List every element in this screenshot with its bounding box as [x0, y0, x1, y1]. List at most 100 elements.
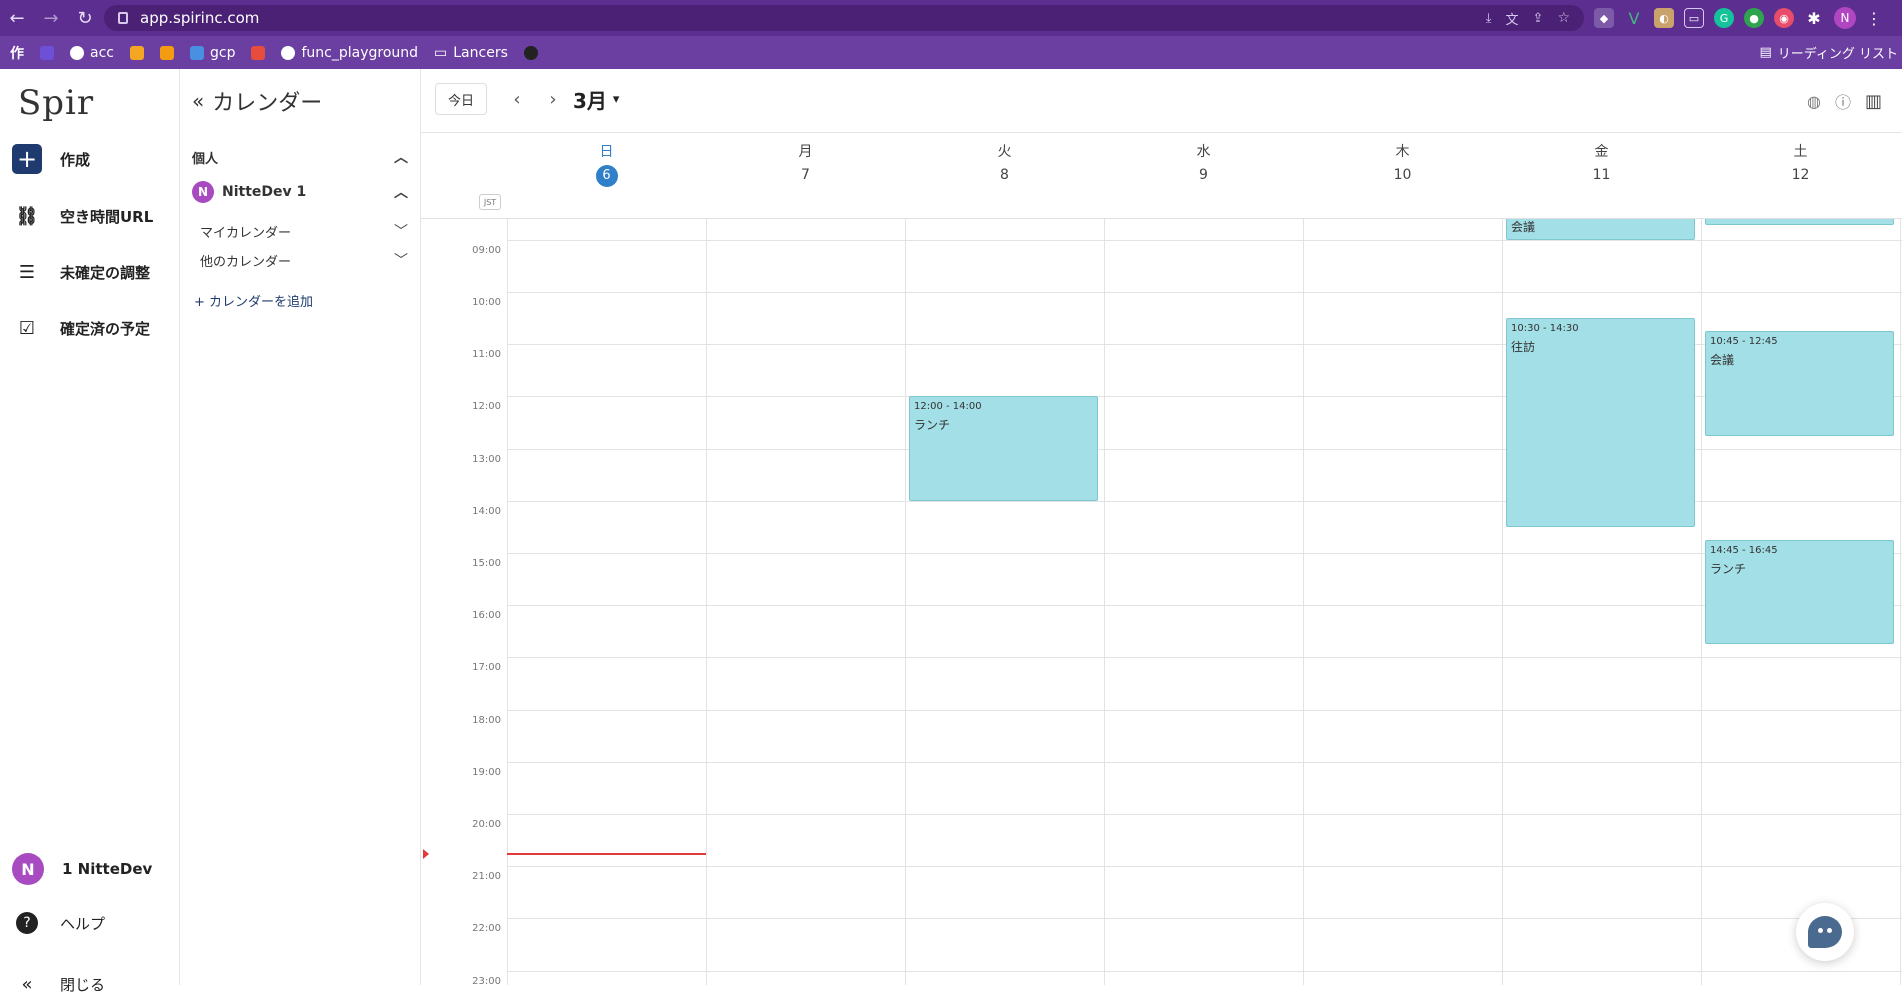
bookmark[interactable]: ▭ Lancers — [434, 45, 508, 61]
event-time: 10:30 - 14:30 — [1511, 323, 1579, 335]
bookmark[interactable]: acc — [70, 45, 114, 61]
weekday-label: 土 — [1793, 144, 1808, 160]
collapse-panel-icon[interactable]: « — [192, 89, 204, 113]
nav-create[interactable]: + 作成 — [12, 144, 90, 174]
calendar-event[interactable]: 12:00 - 14:00 ランチ — [909, 396, 1098, 501]
day-column-divider — [1502, 219, 1503, 985]
hour-label: 17:00 — [472, 662, 501, 674]
weekday-label: 金 — [1594, 144, 1609, 160]
grammarly-icon[interactable]: G — [1714, 8, 1734, 28]
add-calendar-link[interactable]: + カレンダーを追加 — [194, 291, 313, 310]
nav-pending[interactable]: ☰ 未確定の調整 — [12, 257, 150, 287]
share-icon[interactable]: ⇪ — [1533, 11, 1544, 26]
view-columns-icon[interactable]: ▥ — [1865, 91, 1882, 112]
forward-icon[interactable]: → — [34, 0, 68, 36]
timezone-badge[interactable]: JST — [479, 194, 501, 210]
extension-icon[interactable]: ◉ — [1774, 8, 1794, 28]
hour-label: 10:00 — [472, 297, 501, 309]
hour-line — [507, 970, 1902, 972]
hour-label: 09:00 — [472, 244, 501, 256]
bookmark[interactable]: gcp — [189, 45, 235, 61]
reading-list[interactable]: ▤ リーディング リスト — [1759, 36, 1902, 69]
group-other-calendars[interactable]: 他のカレンダー ﹀ — [200, 250, 408, 270]
bookmark[interactable] — [40, 45, 54, 60]
menu-icon[interactable]: ⋮ — [1866, 9, 1882, 28]
week-grid[interactable]: 09:00 10:00 11:00 12:00 13:00 14:00 15:00 16:00… — [421, 219, 1902, 985]
translate-icon[interactable]: 文 — [1506, 9, 1519, 28]
calendar-event[interactable]: 会議 — [1506, 219, 1695, 240]
app-logo[interactable]: Spir — [18, 83, 94, 123]
nav-help[interactable]: ? ヘルプ — [12, 912, 105, 934]
hour-label: 12:00 — [472, 401, 501, 413]
day-header[interactable]: 土 12 — [1701, 141, 1900, 186]
reload-icon[interactable]: ↻ — [68, 0, 102, 36]
account-row[interactable]: N NitteDev 1 ︿ — [192, 181, 408, 203]
calendar-event[interactable]: 10:45 - 12:45 会議 — [1705, 331, 1894, 436]
bookmark[interactable]: func_playground — [281, 45, 418, 61]
date-label: 8 — [1000, 167, 1009, 183]
day-header[interactable]: 水9 — [1104, 141, 1303, 186]
day-header[interactable]: 日6 — [507, 141, 706, 187]
bookmark[interactable] — [159, 45, 174, 60]
globe-icon[interactable]: ◍ — [1807, 92, 1821, 111]
day-column-divider — [1104, 219, 1105, 985]
profile-avatar[interactable]: N — [1834, 7, 1856, 29]
event-title: 会議 — [1710, 353, 1735, 368]
panel-title: « カレンダー — [192, 89, 323, 116]
chevron-right-icon[interactable]: › — [541, 83, 565, 115]
today-button[interactable]: 今日 — [435, 83, 487, 115]
day-header[interactable]: 木 10 — [1303, 141, 1502, 186]
month-selector[interactable]: 3月 ▾ — [573, 85, 619, 114]
avatar: N — [12, 853, 44, 885]
bookmark[interactable] — [251, 45, 266, 60]
date-label: 11 — [1592, 167, 1611, 183]
chat-bot-icon — [1808, 916, 1842, 948]
hour-line — [507, 239, 1902, 241]
day-header[interactable]: 月7 — [706, 141, 905, 186]
weekday-label: 木 — [1395, 144, 1410, 160]
day-header[interactable]: 火8 — [905, 141, 1104, 186]
vue-icon[interactable]: V — [1624, 8, 1644, 28]
install-icon[interactable]: ⤓ — [1486, 11, 1492, 26]
calendar-event[interactable]: 10:30 - 14:30 往訪 — [1506, 318, 1695, 527]
day-column-divider — [905, 219, 906, 985]
event-time: 12:00 - 14:00 — [914, 401, 982, 413]
bookmarks-bar: 作 acc gcp func_playground ▭ Lancers — [0, 36, 1902, 69]
group-my-calendars[interactable]: マイカレンダー ﹀ — [200, 221, 408, 241]
back-icon[interactable]: ← — [0, 0, 34, 36]
nav-confirmed[interactable]: ☑ 確定済の予定 — [12, 313, 150, 343]
event-title: 往訪 — [1511, 340, 1536, 355]
day-header[interactable]: 金 11 — [1502, 141, 1701, 186]
hour-line — [507, 814, 1902, 816]
address-bar[interactable]: app.spirinc.com ⤓ 文 ⇪ ☆ — [104, 5, 1584, 31]
github-icon[interactable]: ● — [1744, 8, 1764, 28]
avatar: N — [192, 181, 214, 203]
chevron-left-icon[interactable]: ‹ — [505, 83, 529, 115]
help-icon: ? — [16, 912, 38, 934]
bookmark[interactable]: 作 — [10, 43, 24, 63]
hour-label: 16:00 — [472, 610, 501, 622]
extension-icon[interactable]: ◐ — [1654, 8, 1674, 28]
star-icon[interactable]: ☆ — [1557, 10, 1570, 26]
calendar-event[interactable]: 14:45 - 16:45 ランチ — [1705, 540, 1894, 645]
plus-icon: + — [12, 144, 42, 174]
hour-line — [507, 292, 1902, 294]
nav-user[interactable]: N 1 NitteDev — [12, 853, 152, 885]
calendar-event[interactable] — [1705, 219, 1894, 225]
date-label: 6 — [507, 164, 706, 187]
chat-support-button[interactable] — [1796, 903, 1854, 961]
weekday-label: 日 — [599, 144, 614, 160]
hour-line — [507, 866, 1902, 868]
help-circle-icon[interactable]: ⓘ — [1835, 89, 1851, 113]
current-time-marker-icon — [423, 849, 429, 860]
bookmark[interactable] — [129, 45, 144, 60]
section-personal[interactable]: 個人 ︿ — [192, 147, 408, 167]
extension-icon[interactable]: ▭ — [1684, 8, 1704, 28]
nav-free-time-url[interactable]: ⛓ 空き時間URL — [12, 201, 154, 231]
puzzle-icon[interactable]: ✱ — [1804, 8, 1824, 28]
extension-icon[interactable]: ◆ — [1594, 8, 1614, 28]
chevron-down-icon: ﹀ — [394, 253, 408, 269]
bookmark[interactable] — [523, 45, 538, 60]
hour-line — [507, 605, 1902, 607]
nav-close[interactable]: « 閉じる — [12, 969, 105, 999]
